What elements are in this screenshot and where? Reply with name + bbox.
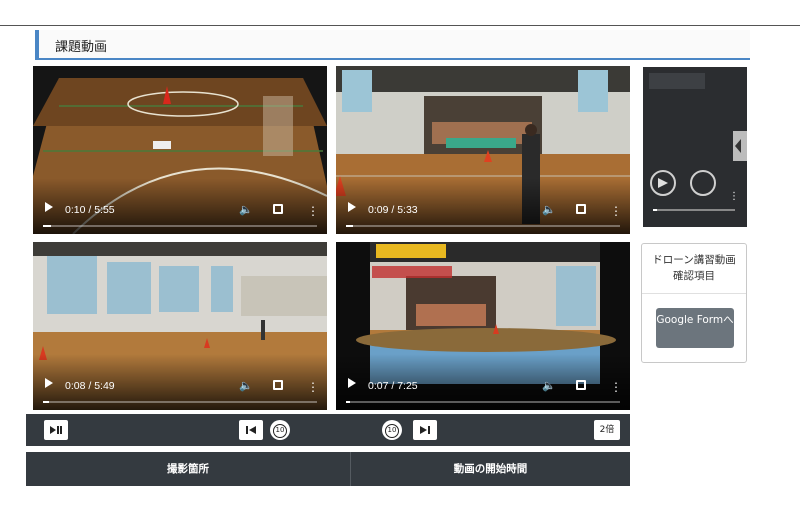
timestamp-table-header: 撮影箇所 動画の開始時間: [26, 452, 630, 486]
video-1-volume-icon[interactable]: 🔈: [239, 203, 253, 216]
skip-back-button[interactable]: [239, 420, 263, 440]
video-4-volume-icon[interactable]: 🔈: [542, 379, 556, 392]
video-4-time: 0:07 / 7:25: [368, 380, 418, 392]
skip-forward-button[interactable]: [413, 420, 437, 440]
video-1-play-icon[interactable]: [45, 202, 53, 212]
video-4-more-icon[interactable]: ⋮: [610, 381, 622, 393]
play-pause-all-button[interactable]: [44, 420, 68, 440]
video-3-more-icon[interactable]: ⋮: [307, 381, 319, 393]
video-2-progress-bar[interactable]: [346, 225, 620, 227]
section-title: 課題動画: [55, 40, 108, 55]
rewind-10-button[interactable]: 10: [270, 420, 290, 440]
video-3-fullscreen-icon[interactable]: [273, 380, 283, 390]
skip-back-icon: [246, 426, 256, 434]
video-player-2[interactable]: 0:09 / 5:33 🔈 ⋮: [336, 66, 630, 234]
column-header-start-time: 動画の開始時間: [453, 463, 528, 475]
video-3-progress-bar[interactable]: [43, 401, 317, 403]
google-form-button[interactable]: Google Formへ: [656, 308, 734, 348]
video-1-fullscreen-icon[interactable]: [273, 204, 283, 214]
video-3-volume-icon[interactable]: 🔈: [239, 379, 253, 392]
playback-speed-button[interactable]: 2倍: [594, 420, 620, 440]
video-4-progress-fill: [346, 401, 351, 403]
video-4-fullscreen-icon[interactable]: [576, 380, 586, 390]
rewind-10-label: 10: [273, 424, 287, 438]
video-2-play-icon[interactable]: [348, 202, 356, 212]
video-2-fullscreen-icon[interactable]: [576, 204, 586, 214]
video-4-controls: 0:07 / 7:25 🔈 ⋮: [336, 354, 630, 410]
video-3-time: 0:08 / 5:49: [65, 380, 115, 392]
forward-10-button[interactable]: 10: [382, 420, 402, 440]
portrait-video-frame: ⋮: [643, 67, 747, 227]
video-3-controls: 0:08 / 5:49 🔈 ⋮: [33, 354, 327, 410]
video-4-play-icon[interactable]: [348, 378, 356, 388]
video-1-time: 0:10 / 5:55: [65, 204, 115, 216]
video-2-more-icon[interactable]: ⋮: [610, 205, 622, 217]
video-3-play-icon[interactable]: [45, 378, 53, 388]
video-3-progress-fill: [43, 401, 50, 403]
video-1-controls: 0:10 / 5:55 🔈 ⋮: [33, 178, 327, 234]
sync-playback-toolbar: 10 10 2倍: [26, 414, 630, 446]
video-player-4[interactable]: 0:07 / 7:25 🔈 ⋮: [336, 242, 630, 410]
video-1-more-icon[interactable]: ⋮: [307, 205, 319, 217]
video-2-time: 0:09 / 5:33: [368, 204, 418, 216]
video-player-3[interactable]: 0:08 / 5:49 🔈 ⋮: [33, 242, 327, 410]
video-1-progress-fill: [43, 225, 51, 227]
play-pause-icon: [50, 426, 62, 434]
video-player-portrait[interactable]: ⋮: [643, 67, 747, 227]
video-player-1[interactable]: 0:10 / 5:55 🔈 ⋮: [33, 66, 327, 234]
column-header-location: 撮影箇所: [167, 463, 209, 475]
top-divider: [0, 25, 800, 26]
svg-text:⋮: ⋮: [729, 191, 739, 202]
video-1-progress-bar[interactable]: [43, 225, 317, 227]
video-2-controls: 0:09 / 5:33 🔈 ⋮: [336, 178, 630, 234]
video-2-progress-fill: [346, 225, 354, 227]
video-2-volume-icon[interactable]: 🔈: [542, 203, 556, 216]
section-header: 課題動画: [35, 30, 750, 60]
survey-card: ドローン講習動画確認項目 Google Formへ: [641, 243, 747, 363]
skip-forward-icon: [420, 426, 430, 434]
survey-card-title: ドローン講習動画確認項目: [642, 244, 746, 294]
forward-10-label: 10: [385, 424, 399, 438]
video-4-progress-bar[interactable]: [346, 401, 620, 403]
